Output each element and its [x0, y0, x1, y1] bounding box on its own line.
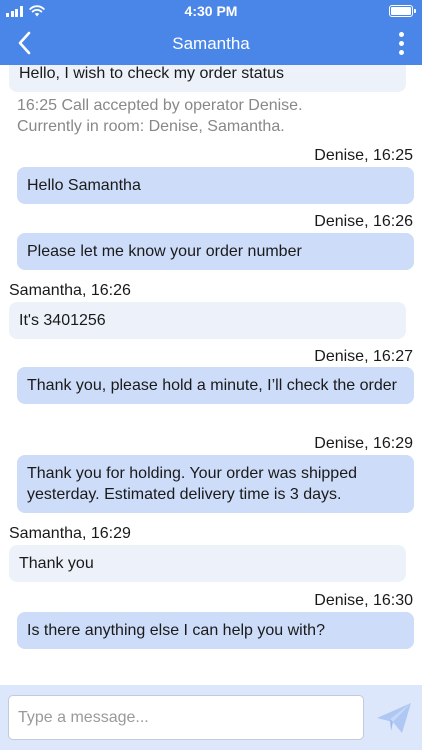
system-line: 16:25 Call accepted by operator Denise. [17, 97, 303, 114]
message-bubble-operator: Thank you, please hold a minute, I’ll ch… [17, 367, 414, 404]
more-vertical-icon [398, 31, 404, 37]
paper-plane-icon [377, 703, 411, 733]
message-text: It's 3401256 [19, 312, 106, 329]
battery-icon [389, 5, 416, 17]
message-sender: Denise, 16:26 [314, 213, 413, 230]
message-text: Thank you [19, 555, 94, 572]
message-text: Please let me know your order number [27, 243, 302, 260]
message-bubble-customer: Thank you [9, 545, 406, 582]
message-sender: Denise, 16:29 [314, 435, 413, 452]
message-text: Is there anything else I can help you wi… [27, 622, 325, 639]
message-sender: Denise, 16:25 [314, 147, 413, 164]
message-list[interactable]: Hello, I wish to check my order status 1… [0, 65, 422, 685]
message-bubble-customer: Hello, I wish to check my order status [9, 65, 406, 92]
nav-bar: Samantha [0, 22, 422, 65]
message-sender: Denise, 16:30 [314, 592, 413, 609]
message-text: Thank you, please hold a minute, I’ll ch… [27, 377, 397, 394]
message-bubble-operator: Please let me know your order number [17, 233, 414, 270]
send-button[interactable] [374, 700, 414, 736]
system-notice: 16:25 Call accepted by operator Denise. … [17, 95, 412, 137]
message-text: Hello, I wish to check my order status [19, 65, 284, 82]
message-text: Hello Samantha [27, 177, 141, 194]
message-bubble-operator: Thank you for holding. Your order was sh… [17, 455, 414, 513]
message-input[interactable] [8, 695, 364, 740]
page-title: Samantha [172, 34, 250, 53]
message-bubble-customer: It's 3401256 [9, 302, 406, 339]
composer-bar [0, 685, 422, 750]
message-bubble-operator: Is there anything else I can help you wi… [17, 612, 414, 649]
status-time: 4:30 PM [184, 3, 238, 19]
message-sender: Denise, 16:27 [314, 348, 413, 365]
message-sender: Samantha, 16:26 [9, 282, 131, 299]
message-sender: Samantha, 16:29 [9, 525, 131, 542]
system-line: Currently in room: Denise, Samantha. [17, 118, 285, 135]
status-bar: 4:30 PM [0, 0, 422, 22]
more-options-button[interactable] [392, 29, 410, 57]
message-text: Thank you for holding. Your order was sh… [27, 465, 357, 503]
message-bubble-operator: Hello Samantha [17, 167, 414, 204]
